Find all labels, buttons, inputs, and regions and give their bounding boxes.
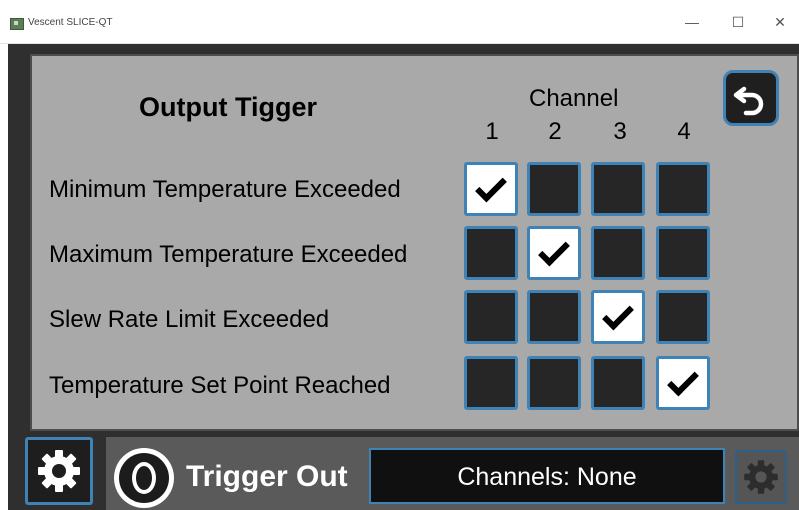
trigger-checkbox-row3-ch2[interactable] xyxy=(527,290,581,344)
back-arrow-icon xyxy=(733,86,764,116)
channel-number-2: 2 xyxy=(548,118,562,145)
channel-number-4: 4 xyxy=(677,118,691,145)
trigger-checkbox-row2-ch4[interactable] xyxy=(656,226,710,280)
trigger-checkbox-row2-ch2[interactable] xyxy=(527,226,581,280)
page-title: Output Tigger xyxy=(139,92,317,122)
trigger-checkbox-row4-ch4[interactable] xyxy=(656,356,710,410)
row-label-set-point: Temperature Set Point Reached xyxy=(49,372,391,399)
trigger-checkbox-row4-ch2[interactable] xyxy=(527,356,581,410)
back-button[interactable] xyxy=(723,70,779,126)
trigger-checkbox-row3-ch3[interactable] xyxy=(591,290,645,344)
trigger-checkbox-row1-ch1[interactable] xyxy=(464,162,518,216)
row-label-slew-rate: Slew Rate Limit Exceeded xyxy=(49,306,330,333)
settings-button[interactable] xyxy=(25,437,93,505)
window-title: Vescent SLICE-QT xyxy=(28,17,113,28)
channels-status-box[interactable]: Channels: None xyxy=(369,448,725,504)
trigger-out-icon-inner xyxy=(119,453,169,503)
window-titlebar: Vescent SLICE-QT — ☐ ✕ xyxy=(0,0,799,44)
maximize-icon[interactable]: ☐ xyxy=(718,10,758,34)
trigger-checkbox-row2-ch1[interactable] xyxy=(464,226,518,280)
minimize-icon[interactable]: — xyxy=(672,10,712,34)
channels-status-text: Channels: None xyxy=(457,463,637,491)
close-icon[interactable]: ✕ xyxy=(760,10,799,34)
trigger-settings-button[interactable] xyxy=(735,450,787,504)
trigger-checkbox-row4-ch1[interactable] xyxy=(464,356,518,410)
app-icon xyxy=(10,18,24,30)
gear-icon xyxy=(744,460,778,494)
trigger-checkbox-row1-ch2[interactable] xyxy=(527,162,581,216)
trigger-checkbox-row1-ch4[interactable] xyxy=(656,162,710,216)
trigger-out-icon[interactable] xyxy=(114,448,174,508)
channel-number-3: 3 xyxy=(613,118,627,145)
row-label-min-temp: Minimum Temperature Exceeded xyxy=(49,176,401,203)
channel-heading: Channel xyxy=(529,85,619,112)
trigger-checkbox-row3-ch1[interactable] xyxy=(464,290,518,344)
gear-icon xyxy=(38,450,80,492)
trigger-checkbox-row3-ch4[interactable] xyxy=(656,290,710,344)
channel-number-1: 1 xyxy=(485,118,499,145)
trigger-checkbox-row1-ch3[interactable] xyxy=(591,162,645,216)
trigger-checkbox-row2-ch3[interactable] xyxy=(591,226,645,280)
trigger-checkbox-row4-ch3[interactable] xyxy=(591,356,645,410)
row-label-max-temp: Maximum Temperature Exceeded xyxy=(49,241,408,268)
trigger-out-label: Trigger Out xyxy=(186,460,348,493)
